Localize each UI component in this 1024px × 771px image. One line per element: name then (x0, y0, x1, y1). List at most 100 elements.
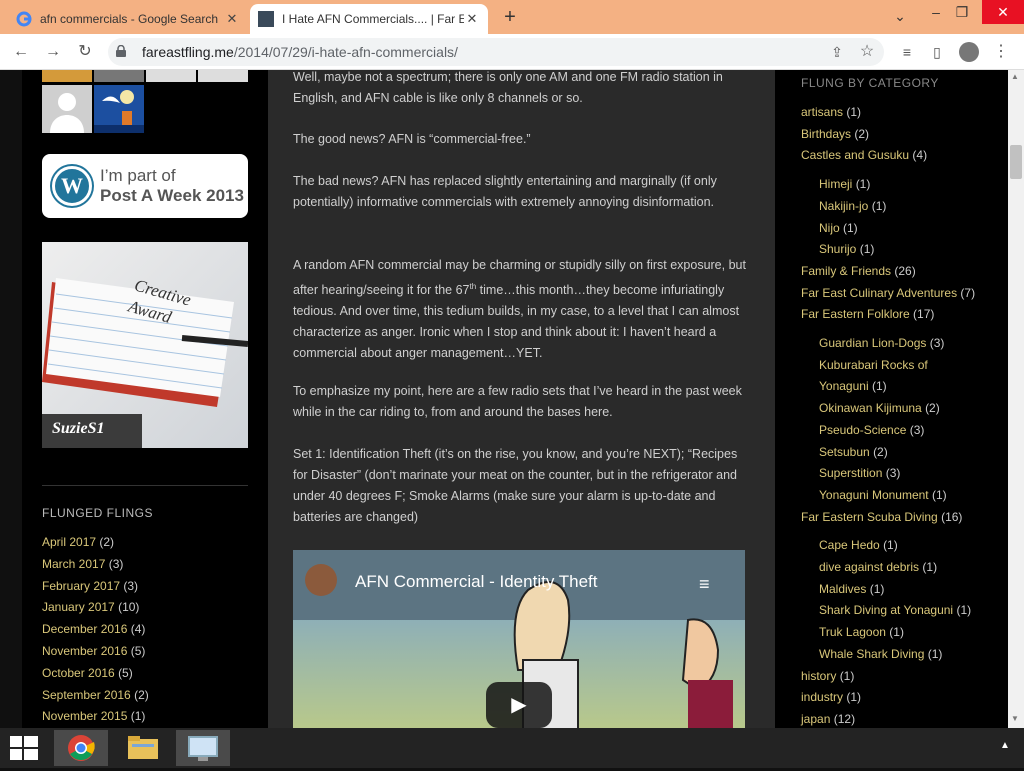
category-item[interactable]: artisans (1) (801, 102, 975, 124)
tab-search-icon[interactable]: ⌄ (884, 4, 916, 28)
file-explorer-taskbar-button[interactable] (116, 730, 170, 766)
category-item[interactable]: Okinawan Kijimuna (2) (801, 398, 975, 420)
avatar[interactable] (94, 85, 144, 133)
category-link[interactable]: Okinawan Kijimuna (819, 401, 922, 415)
tab-google-search[interactable]: afn commercials - Google Search ✕ (8, 4, 248, 34)
category-link[interactable]: Himeji (819, 177, 852, 191)
category-link[interactable]: Yonaguni (819, 379, 869, 393)
category-item[interactable]: Yonaguni (1) (801, 376, 975, 398)
video-title[interactable]: AFN Commercial - Identity Theft (355, 572, 597, 592)
category-item[interactable]: Guardian Lion-Dogs (3) (801, 333, 975, 355)
archive-item[interactable]: December 2016 (4) (42, 619, 149, 641)
category-item[interactable]: Far Eastern Scuba Diving (16) (801, 507, 975, 529)
avatar[interactable] (94, 70, 144, 82)
category-item[interactable]: Far Eastern Folklore (17) (801, 304, 975, 326)
remote-desktop-taskbar-button[interactable] (176, 730, 230, 766)
category-link[interactable]: Nijo (819, 221, 840, 235)
category-link[interactable]: Truk Lagoon (819, 625, 886, 639)
category-link[interactable]: Family & Friends (801, 264, 891, 278)
category-item[interactable]: Pseudo-Science (3) (801, 420, 975, 442)
category-item[interactable]: history (1) (801, 666, 975, 688)
post-a-week-badge[interactable]: W I’m part of Post A Week 2013 (42, 154, 248, 218)
category-link[interactable]: Shurijo (819, 242, 856, 256)
restore-button[interactable]: ❐ (946, 0, 978, 24)
archive-link[interactable]: December 2016 (42, 622, 127, 636)
category-item[interactable]: Himeji (1) (801, 174, 975, 196)
category-link[interactable]: Nakijin-jo (819, 199, 868, 213)
archive-item[interactable]: November 2016 (5) (42, 641, 149, 663)
category-link[interactable]: Yonaguni Monument (819, 488, 929, 502)
category-item[interactable]: Castles and Gusuku (4) (801, 145, 975, 167)
category-link[interactable]: Setsubun (819, 445, 870, 459)
category-link[interactable]: Whale Shark Diving (819, 647, 924, 661)
playlist-icon[interactable]: ≡ (699, 574, 710, 595)
lock-icon[interactable] (116, 45, 126, 57)
category-link[interactable]: Far East Culinary Adventures (801, 286, 957, 300)
category-link[interactable]: Far Eastern Scuba Diving (801, 510, 938, 524)
archive-link[interactable]: January 2017 (42, 600, 115, 614)
category-item[interactable]: Nakijin-jo (1) (801, 196, 975, 218)
archive-item[interactable]: November 2015 (1) (42, 706, 149, 728)
archive-item[interactable]: April 2017 (2) (42, 532, 149, 554)
category-link[interactable]: japan (801, 712, 830, 726)
chrome-taskbar-button[interactable] (54, 730, 108, 766)
avatar[interactable] (42, 70, 92, 82)
archive-item[interactable]: January 2017 (10) (42, 597, 149, 619)
archive-item[interactable]: October 2016 (5) (42, 663, 149, 685)
archive-link[interactable]: March 2017 (42, 557, 105, 571)
category-link[interactable]: Pseudo-Science (819, 423, 906, 437)
category-item[interactable]: Shark Diving at Yonaguni (1) (801, 600, 975, 622)
category-link[interactable]: Superstition (819, 466, 882, 480)
category-item[interactable]: Cape Hedo (1) (801, 535, 975, 557)
archive-link[interactable]: April 2017 (42, 535, 96, 549)
category-link[interactable]: Shark Diving at Yonaguni (819, 603, 953, 617)
bookmark-star-icon[interactable]: ☆ (856, 41, 878, 63)
category-link[interactable]: Cape Hedo (819, 538, 880, 552)
archive-link[interactable]: October 2016 (42, 666, 115, 680)
scroll-down-icon[interactable]: ▼ (1011, 714, 1019, 723)
category-item[interactable]: Kuburabari Rocks of (801, 355, 975, 377)
category-item[interactable]: Yonaguni Monument (1) (801, 485, 975, 507)
windows-start-icon[interactable] (10, 736, 38, 760)
play-button-icon[interactable]: ▶ (486, 682, 552, 728)
creative-award-image[interactable]: Creative Award SuzieS1 (42, 242, 249, 448)
archive-item[interactable]: September 2016 (2) (42, 685, 149, 707)
category-link[interactable]: Guardian Lion-Dogs (819, 336, 926, 350)
address-bar[interactable]: fareastfling.me/2014/07/29/i-hate-afn-co… (108, 38, 884, 66)
category-item[interactable]: Whale Shark Diving (1) (801, 644, 975, 666)
category-item[interactable]: Birthdays (2) (801, 124, 975, 146)
category-link[interactable]: industry (801, 690, 843, 704)
new-tab-button[interactable]: + (498, 6, 522, 30)
archive-item[interactable]: February 2017 (3) (42, 576, 149, 598)
category-link[interactable]: dive against debris (819, 560, 919, 574)
side-panel-icon[interactable]: ▯ (926, 41, 948, 63)
category-item[interactable]: Maldives (1) (801, 579, 975, 601)
avatar[interactable] (42, 85, 92, 133)
channel-avatar[interactable] (305, 564, 337, 596)
category-item[interactable]: Family & Friends (26) (801, 261, 975, 283)
category-item[interactable]: Far East Culinary Adventures (7) (801, 283, 975, 305)
category-item[interactable]: Setsubun (2) (801, 442, 975, 464)
category-item[interactable]: Superstition (3) (801, 463, 975, 485)
reading-list-icon[interactable]: ≡ (896, 41, 918, 63)
category-item[interactable]: Nijo (1) (801, 218, 975, 240)
archive-item[interactable]: March 2017 (3) (42, 554, 149, 576)
archive-link[interactable]: February 2017 (42, 579, 120, 593)
youtube-video-embed[interactable]: AFN Commercial - Identity Theft ≡ ▶ (293, 550, 745, 728)
category-item[interactable]: Shurijo (1) (801, 239, 975, 261)
back-icon[interactable]: ← (10, 41, 32, 63)
system-tray-arrow-icon[interactable]: ▲ (1000, 740, 1010, 751)
archive-link[interactable]: November 2015 (42, 709, 127, 723)
category-item[interactable]: industry (1) (801, 687, 975, 709)
avatar[interactable] (146, 70, 196, 82)
scrollbar-thumb[interactable] (1010, 145, 1022, 179)
tab-far-east-fling[interactable]: I Hate AFN Commercials.... | Far E ✕ (250, 4, 488, 34)
forward-icon[interactable]: → (42, 41, 64, 63)
archive-link[interactable]: September 2016 (42, 688, 131, 702)
category-link[interactable]: Maldives (819, 582, 866, 596)
category-item[interactable]: Truk Lagoon (1) (801, 622, 975, 644)
share-icon[interactable]: ⇪ (826, 41, 848, 63)
category-link[interactable]: Kuburabari Rocks of (819, 358, 928, 372)
profile-avatar-icon[interactable] (959, 42, 979, 62)
category-link[interactable]: Far Eastern Folklore (801, 307, 910, 321)
